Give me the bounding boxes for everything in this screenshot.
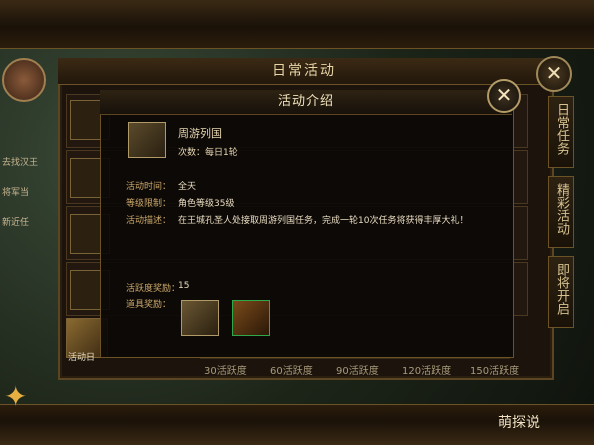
field-label-desc: 活动描述： [126,216,172,226]
daily-activity-title: 日常活动 [272,63,336,79]
progress-milestone-label: 90活跃度 [336,366,379,377]
tab-daily-task[interactable]: 日常任务 [548,96,574,168]
player-avatar[interactable] [2,58,46,102]
tab-coming-soon-label: 即将开启 [554,263,569,315]
field-value-desc: 在王城孔圣人处接取周游列国任务，完成一轮10次任务将获得丰厚大礼！ [178,216,469,226]
left-sidebar-item[interactable]: 新近任 [2,215,46,228]
dialog-title-bar: 活动介绍 [100,90,512,115]
progress-milestone-label: 120活跃度 [402,366,452,377]
tab-featured-activity[interactable]: 精彩活动 [548,176,574,248]
quest-count: 次数：每日1轮 [178,148,238,158]
dialog-close-icon[interactable]: ✕ [487,79,521,113]
progress-milestone-label: 150活跃度 [470,366,520,377]
tab-daily-task-label: 日常任务 [554,103,569,155]
quest-name: 周游列国 [178,127,222,140]
progress-milestone-label: 30活跃度 [204,366,247,377]
progress-milestone-label: 60活跃度 [270,366,313,377]
tab-coming-soon[interactable]: 即将开启 [548,256,574,328]
field-label-time: 活动时间： [126,182,172,192]
tab-featured-activity-label: 精彩活动 [554,183,569,235]
dialog-title: 活动介绍 [277,94,334,109]
top-ornate-border [0,0,594,49]
game-logo: ✦ [4,380,28,413]
watermark: 萌探说 [498,415,540,431]
activity-day-label: 活动日 [68,353,96,363]
reward-scroll-icon[interactable] [181,300,219,336]
field-label-item-reward: 道具奖励： [126,300,172,310]
field-value-activity-reward: 15 [178,281,190,291]
scroll-icon [128,122,166,158]
field-value-level: 角色等级35级 [178,199,235,209]
field-label-activity-reward: 活跃度奖励： [126,284,181,294]
treasure-chest-icon[interactable] [232,300,270,336]
field-value-time: 全天 [178,182,197,192]
daily-activity-title-bar: 日常活动 [58,58,550,85]
field-label-level: 等级限制： [126,199,172,209]
outer-close-icon[interactable]: ✕ [536,56,572,92]
left-sidebar-item[interactable]: 去找汉王 [2,155,46,168]
left-sidebar-item[interactable]: 将军当 [2,185,46,198]
